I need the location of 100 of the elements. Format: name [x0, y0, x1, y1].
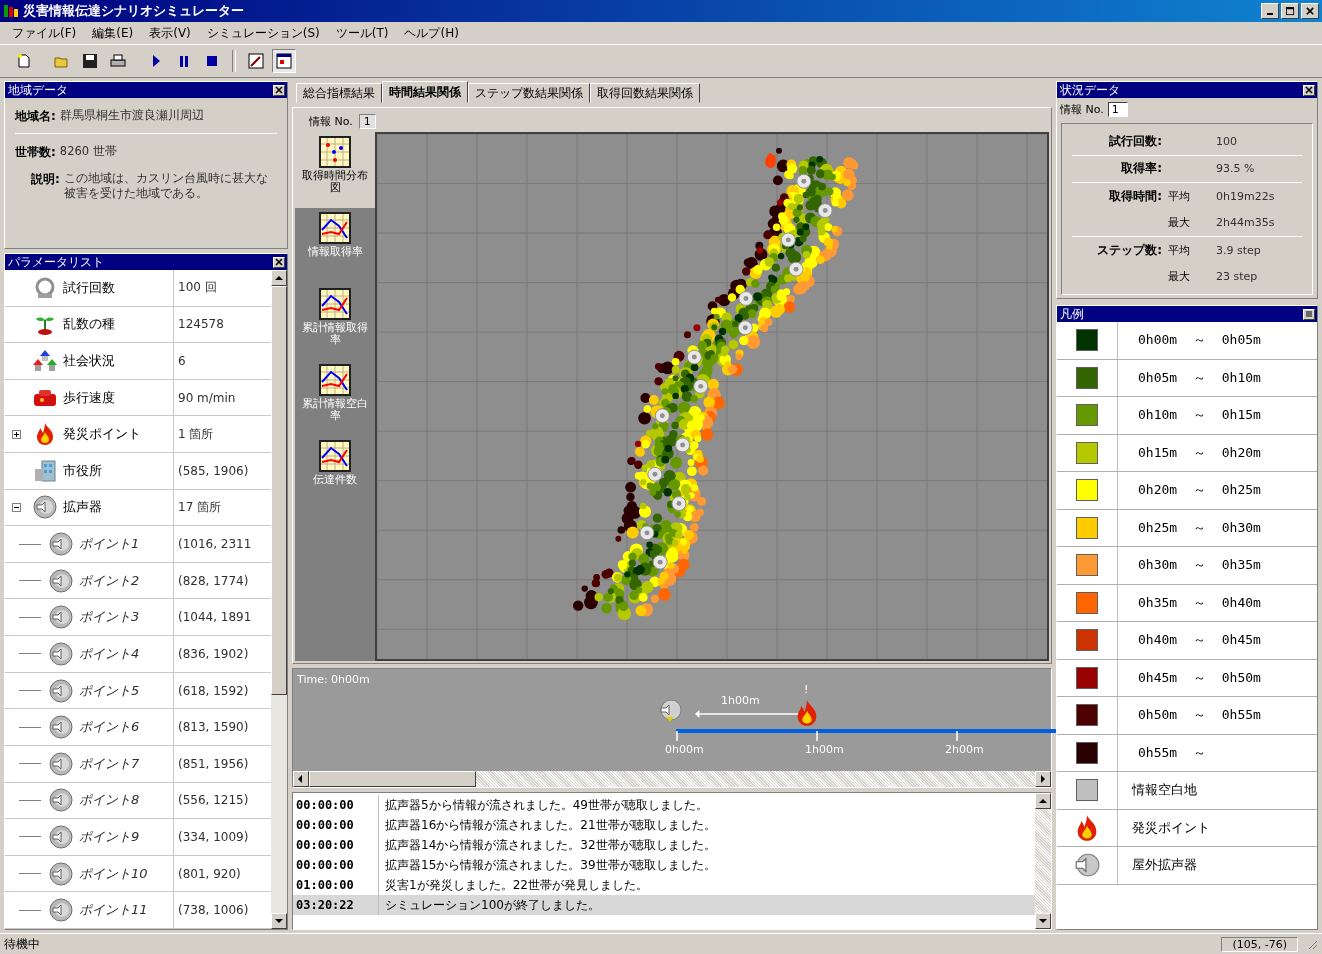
parameter-name: 試行回数 — [63, 278, 115, 297]
parameter-name: ポイント10 — [79, 864, 148, 883]
parameter-value: (1044, 1891 — [177, 609, 253, 627]
parameter-name: ポイント9 — [79, 827, 140, 846]
log-time: 00:00:00 — [293, 795, 379, 815]
legend-label: 0h25m ～ 0h30m — [1137, 518, 1261, 537]
log-message: 拡声器16から情報が流されました。21世帯が聴取しました。 — [384, 816, 716, 834]
parameter-name: 乱数の種 — [63, 315, 115, 334]
parameter-name: 歩行速度 — [63, 388, 115, 407]
legend-label: 屋外拡声器 — [1131, 856, 1197, 875]
speaker-icon — [49, 751, 73, 776]
stat-label: ステップ数: — [1097, 242, 1162, 257]
log-row[interactable]: 00:00:00 拡声器16から情報が流されました。21世帯が聴取しました。 — [293, 815, 1035, 835]
tick-label: 1h00m — [805, 743, 844, 756]
new-file-icon — [16, 53, 32, 69]
speaker-icon — [49, 898, 73, 923]
parameter-value: (836, 1902) — [177, 645, 250, 663]
legend-label: 情報空白地 — [1131, 781, 1197, 800]
stat-label: 試行回数: — [1109, 133, 1162, 148]
parameter-value: 6 — [177, 353, 187, 370]
parameter-value: (334, 1009) — [177, 828, 250, 846]
parameter-name: ポイント7 — [79, 754, 140, 773]
window-icon — [276, 53, 292, 69]
minimize-button[interactable] — [1261, 3, 1279, 19]
expand-toggle[interactable] — [11, 429, 21, 439]
printer-icon — [110, 53, 126, 69]
parameter-value: 100 回 — [177, 279, 218, 297]
tick-label: 0h00m — [665, 743, 704, 756]
parameter-name: ポイント5 — [79, 681, 140, 700]
field-label: 地域名: — [15, 108, 56, 125]
log-row[interactable]: 00:00:00 拡声器5から情報が流されました。49世帯が聴取しました。 — [293, 795, 1035, 815]
parameter-name: ポイント2 — [79, 571, 140, 590]
graph-button[interactable]: 取得時間分布図 — [295, 132, 375, 208]
legend-label: 0h30m ～ 0h35m — [1137, 556, 1261, 575]
speaker-icon — [1074, 852, 1100, 879]
menu-item[interactable]: ヘルプ(H) — [404, 24, 459, 42]
close-button[interactable] — [1301, 3, 1319, 19]
scatter-chart-icon — [319, 136, 351, 168]
log-message: シミュレーション100が終了しました。 — [384, 896, 600, 914]
stat-value: 2h44m35s — [1216, 216, 1275, 230]
parameter-name: 発災ポイント — [63, 425, 141, 444]
log-message: 拡声器5から情報が流されました。49世帯が聴取しました。 — [384, 796, 708, 814]
legend-label: 発災ポイント — [1131, 818, 1210, 837]
houses-icon — [33, 349, 57, 373]
parameter-value: 17 箇所 — [177, 498, 223, 516]
maximize-icon — [1285, 6, 1295, 16]
result-tab[interactable]: ステップ数結果関係 — [468, 83, 590, 103]
parameter-value: (618, 1592) — [177, 682, 250, 700]
close-icon — [275, 258, 283, 266]
close-icon — [275, 86, 283, 94]
stat-sublabel: 平均 — [1168, 189, 1190, 203]
parameter-value: (1016, 2311 — [177, 536, 253, 554]
legend-label: 0h35m ～ 0h40m — [1137, 593, 1261, 612]
window-tool-button[interactable] — [272, 49, 296, 73]
scrollbar[interactable] — [1035, 793, 1051, 929]
info-number-label: 情報 No. — [1060, 101, 1104, 117]
menu-item[interactable]: 編集(E) — [92, 24, 134, 42]
legend-label: 0h40m ～ 0h45m — [1137, 631, 1261, 650]
menu-item[interactable]: ファイル(F) — [12, 24, 77, 42]
scrollbar[interactable] — [271, 270, 287, 929]
menu-item[interactable]: ツール(T) — [335, 24, 389, 42]
log-time: 00:00:00 — [293, 855, 379, 875]
close-icon — [1305, 6, 1315, 16]
menu-icon — [1305, 310, 1313, 318]
stat-value: 100 — [1216, 134, 1237, 148]
cursor-coordinates: (105, -76) — [1221, 936, 1298, 952]
close-button[interactable] — [273, 256, 285, 268]
result-tab[interactable]: 時間結果関係 — [382, 81, 468, 103]
parameter-value: (738, 1006) — [177, 902, 250, 920]
close-icon — [1305, 86, 1313, 94]
speaker-icon — [49, 568, 73, 593]
info-number-field[interactable]: 1 — [1107, 101, 1128, 117]
expand-toggle[interactable] — [11, 502, 21, 512]
parameter-value: (851, 1956) — [177, 755, 250, 773]
speaker-icon — [49, 861, 73, 886]
result-tab[interactable]: 総合指標結果 — [296, 83, 382, 103]
menu-item[interactable]: シミュレーション(S) — [206, 24, 320, 42]
parameter-name: ポイント11 — [79, 901, 148, 920]
line-chart-icon — [319, 212, 351, 244]
line-chart-icon — [319, 440, 351, 472]
result-tab[interactable]: 取得回数結果関係 — [590, 83, 700, 103]
info-number-field[interactable]: 1 — [358, 113, 376, 129]
window-title: 災害情報伝達シナリオシミュレーター — [23, 2, 244, 20]
parameter-value: (828, 1774) — [177, 572, 250, 590]
menu-button[interactable] — [1303, 308, 1315, 320]
maximize-button[interactable] — [1281, 3, 1299, 19]
stat-value: 23 step — [1216, 270, 1258, 284]
close-button[interactable] — [273, 84, 285, 96]
status-message: 待機中 — [4, 935, 40, 953]
log-row[interactable]: 00:00:00 拡声器14から情報が流されました。32世帯が聴取しました。 — [293, 835, 1035, 855]
menu-item[interactable]: 表示(V) — [149, 24, 191, 42]
log-row[interactable]: 00:00:00 拡声器15から情報が流されました。39世帯が聴取しました。 — [293, 855, 1035, 875]
log-row[interactable]: 03:20:22 シミュレーション100が終了しました。 — [293, 895, 1035, 915]
parameter-name: ポイント6 — [79, 718, 140, 737]
app-icon — [3, 3, 19, 19]
close-button[interactable] — [1303, 84, 1315, 96]
speaker-icon — [658, 699, 682, 723]
legend-label: 0h55m ～ — [1137, 743, 1206, 762]
scrollbar[interactable] — [293, 771, 1051, 787]
parameter-name: ポイント8 — [79, 791, 140, 810]
